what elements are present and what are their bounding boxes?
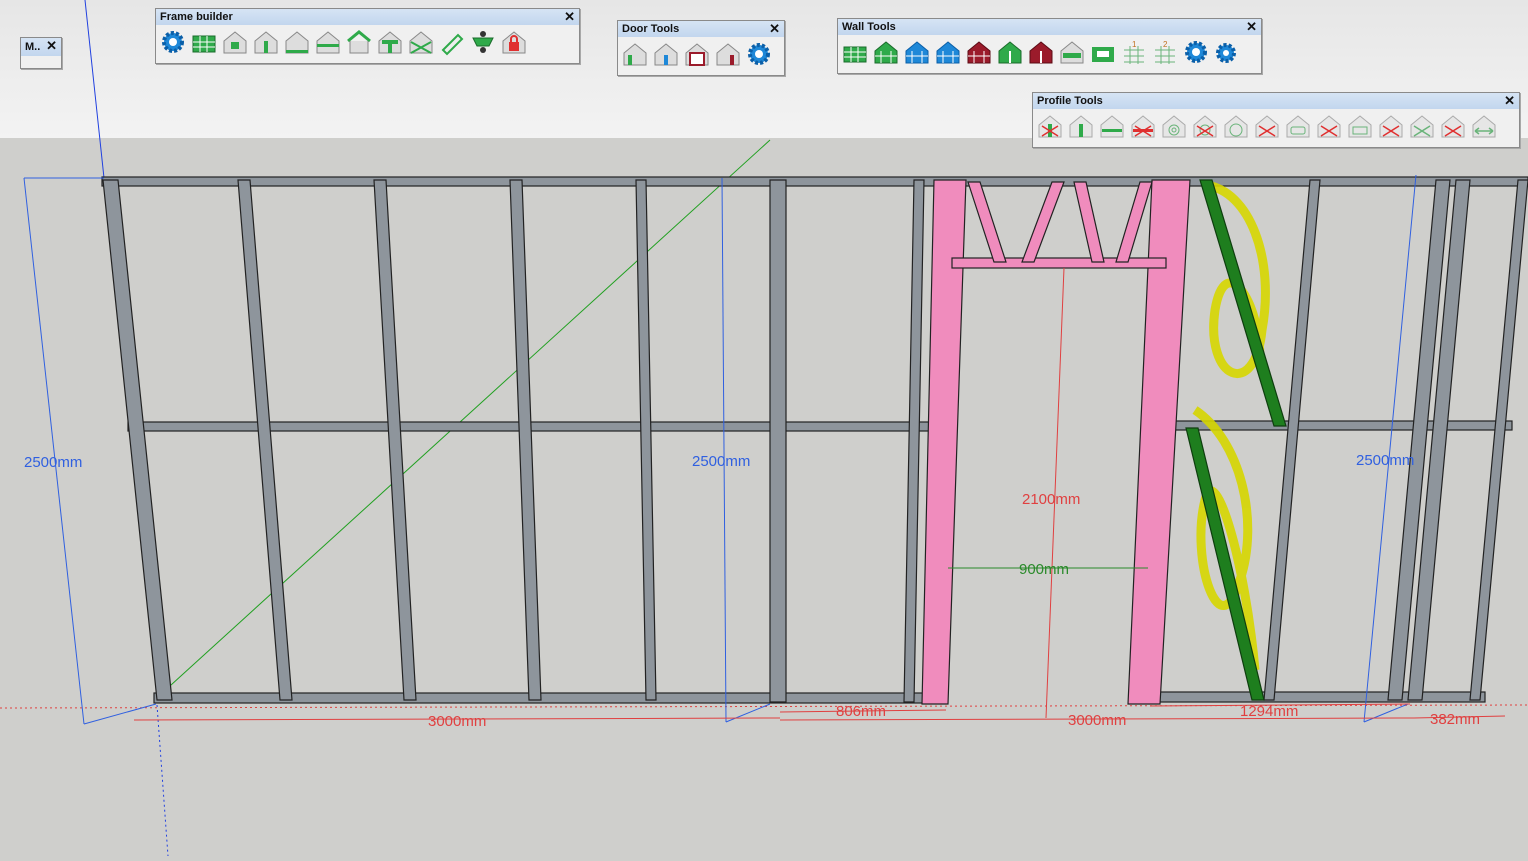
dim-offset-1294: 1294mm (1240, 703, 1298, 720)
wall-house-red-stud-icon[interactable] (1026, 37, 1056, 67)
profile-brace-cross-icon[interactable] (1438, 111, 1468, 141)
noggin-row-right (1145, 420, 1513, 431)
wall-house-green-icon[interactable] (871, 37, 901, 67)
door-green-icon[interactable] (620, 39, 650, 69)
dim-offset-806: 806mm (836, 703, 886, 720)
cross-brace-icon[interactable] (406, 27, 436, 57)
ground (0, 138, 1528, 856)
svg-text:1: 1 (1132, 40, 1137, 49)
wall-tools-toolbar[interactable]: Wall Tools ✕ 1 2 (837, 18, 1262, 74)
wall-tools-title: Wall Tools ✕ (838, 19, 1261, 35)
wall-green-icon[interactable] (840, 37, 870, 67)
profile-brace-icon[interactable] (1407, 111, 1437, 141)
dim-wall1-length: 3000mm (428, 713, 486, 730)
profile-slot-icon[interactable] (1283, 111, 1313, 141)
dim-wall2-length: 3000mm (1068, 712, 1126, 729)
lock-icon[interactable] (499, 27, 529, 57)
house-window-icon[interactable] (220, 27, 250, 57)
profile-noggin-cross-icon[interactable] (1128, 111, 1158, 141)
dim-offset-382: 382mm (1430, 711, 1480, 728)
mini-toolbar[interactable]: M.. ✕ (20, 37, 62, 69)
close-icon[interactable]: ✕ (1504, 93, 1515, 109)
door-tools-title: Door Tools ✕ (618, 21, 784, 37)
door-blue-icon[interactable] (651, 39, 681, 69)
door-settings-gear-icon[interactable] (744, 39, 774, 69)
settings-gear-icon[interactable] (158, 27, 188, 57)
wall-house-blue-icon[interactable] (902, 37, 932, 67)
wall-house-green-stud-icon[interactable] (995, 37, 1025, 67)
profile-rect-cross-icon[interactable] (1376, 111, 1406, 141)
roof-truss-icon[interactable] (344, 27, 374, 57)
door-red-icon[interactable] (713, 39, 743, 69)
noggin-row-left (127, 421, 955, 432)
close-icon[interactable]: ✕ (769, 21, 780, 37)
house-plate-icon[interactable] (282, 27, 312, 57)
grid-two-icon[interactable]: 2 (1150, 37, 1180, 67)
house-noggin-icon[interactable] (313, 27, 343, 57)
wall-house-red-icon[interactable] (964, 37, 994, 67)
profile-stud-icon[interactable] (1066, 111, 1096, 141)
profile-tools-toolbar[interactable]: Profile Tools ✕ (1032, 92, 1520, 148)
dim-mid-height: 2500mm (692, 453, 750, 470)
wall-house-blue-auto-icon[interactable] (933, 37, 963, 67)
close-icon[interactable]: ✕ (564, 9, 575, 25)
door-frame-icon[interactable] (682, 39, 712, 69)
profile-rect-icon[interactable] (1345, 111, 1375, 141)
close-icon[interactable]: ✕ (46, 38, 57, 54)
dim-door-height: 2100mm (1022, 491, 1080, 508)
wall-panel-icon[interactable] (189, 27, 219, 57)
house-stud-icon[interactable] (251, 27, 281, 57)
house-lintel-icon[interactable] (375, 27, 405, 57)
profile-circle-cross-icon[interactable] (1252, 111, 1282, 141)
profile-circle-icon[interactable] (1221, 111, 1251, 141)
close-icon[interactable]: ✕ (1246, 19, 1257, 35)
wall-opening-icon[interactable] (1088, 37, 1118, 67)
profile-noggin-icon[interactable] (1097, 111, 1127, 141)
wall-settings-gear-icon[interactable] (1181, 37, 1211, 67)
wall-window-icon[interactable] (1057, 37, 1087, 67)
svg-text:2: 2 (1163, 40, 1168, 49)
profile-stud-cross-icon[interactable] (1035, 111, 1065, 141)
dim-door-width: 900mm (1019, 561, 1069, 578)
bottom-plate-left (153, 692, 947, 704)
wall-settings-auto-gear-icon[interactable] (1212, 37, 1242, 67)
profile-extend-arrows-icon[interactable] (1469, 111, 1499, 141)
profile-slot-cross-icon[interactable] (1314, 111, 1344, 141)
profile-service-hole-cross-icon[interactable] (1190, 111, 1220, 141)
profile-cutter-icon[interactable] (437, 27, 467, 57)
profile-tools-title: Profile Tools ✕ (1033, 93, 1519, 109)
grid-one-icon[interactable]: 1 (1119, 37, 1149, 67)
frame-builder-title: Frame builder ✕ (156, 9, 579, 25)
profile-service-hole-icon[interactable] (1159, 111, 1189, 141)
wheelbarrow-icon[interactable] (468, 27, 498, 57)
bottom-plate-right (1149, 691, 1486, 703)
door-tools-toolbar[interactable]: Door Tools ✕ (617, 20, 785, 76)
dim-left-height: 2500mm (24, 454, 82, 471)
frame-builder-toolbar[interactable]: Frame builder ✕ (155, 8, 580, 64)
dim-right-height: 2500mm (1356, 452, 1414, 469)
mini-toolbar-title: M.. ✕ (21, 38, 61, 56)
